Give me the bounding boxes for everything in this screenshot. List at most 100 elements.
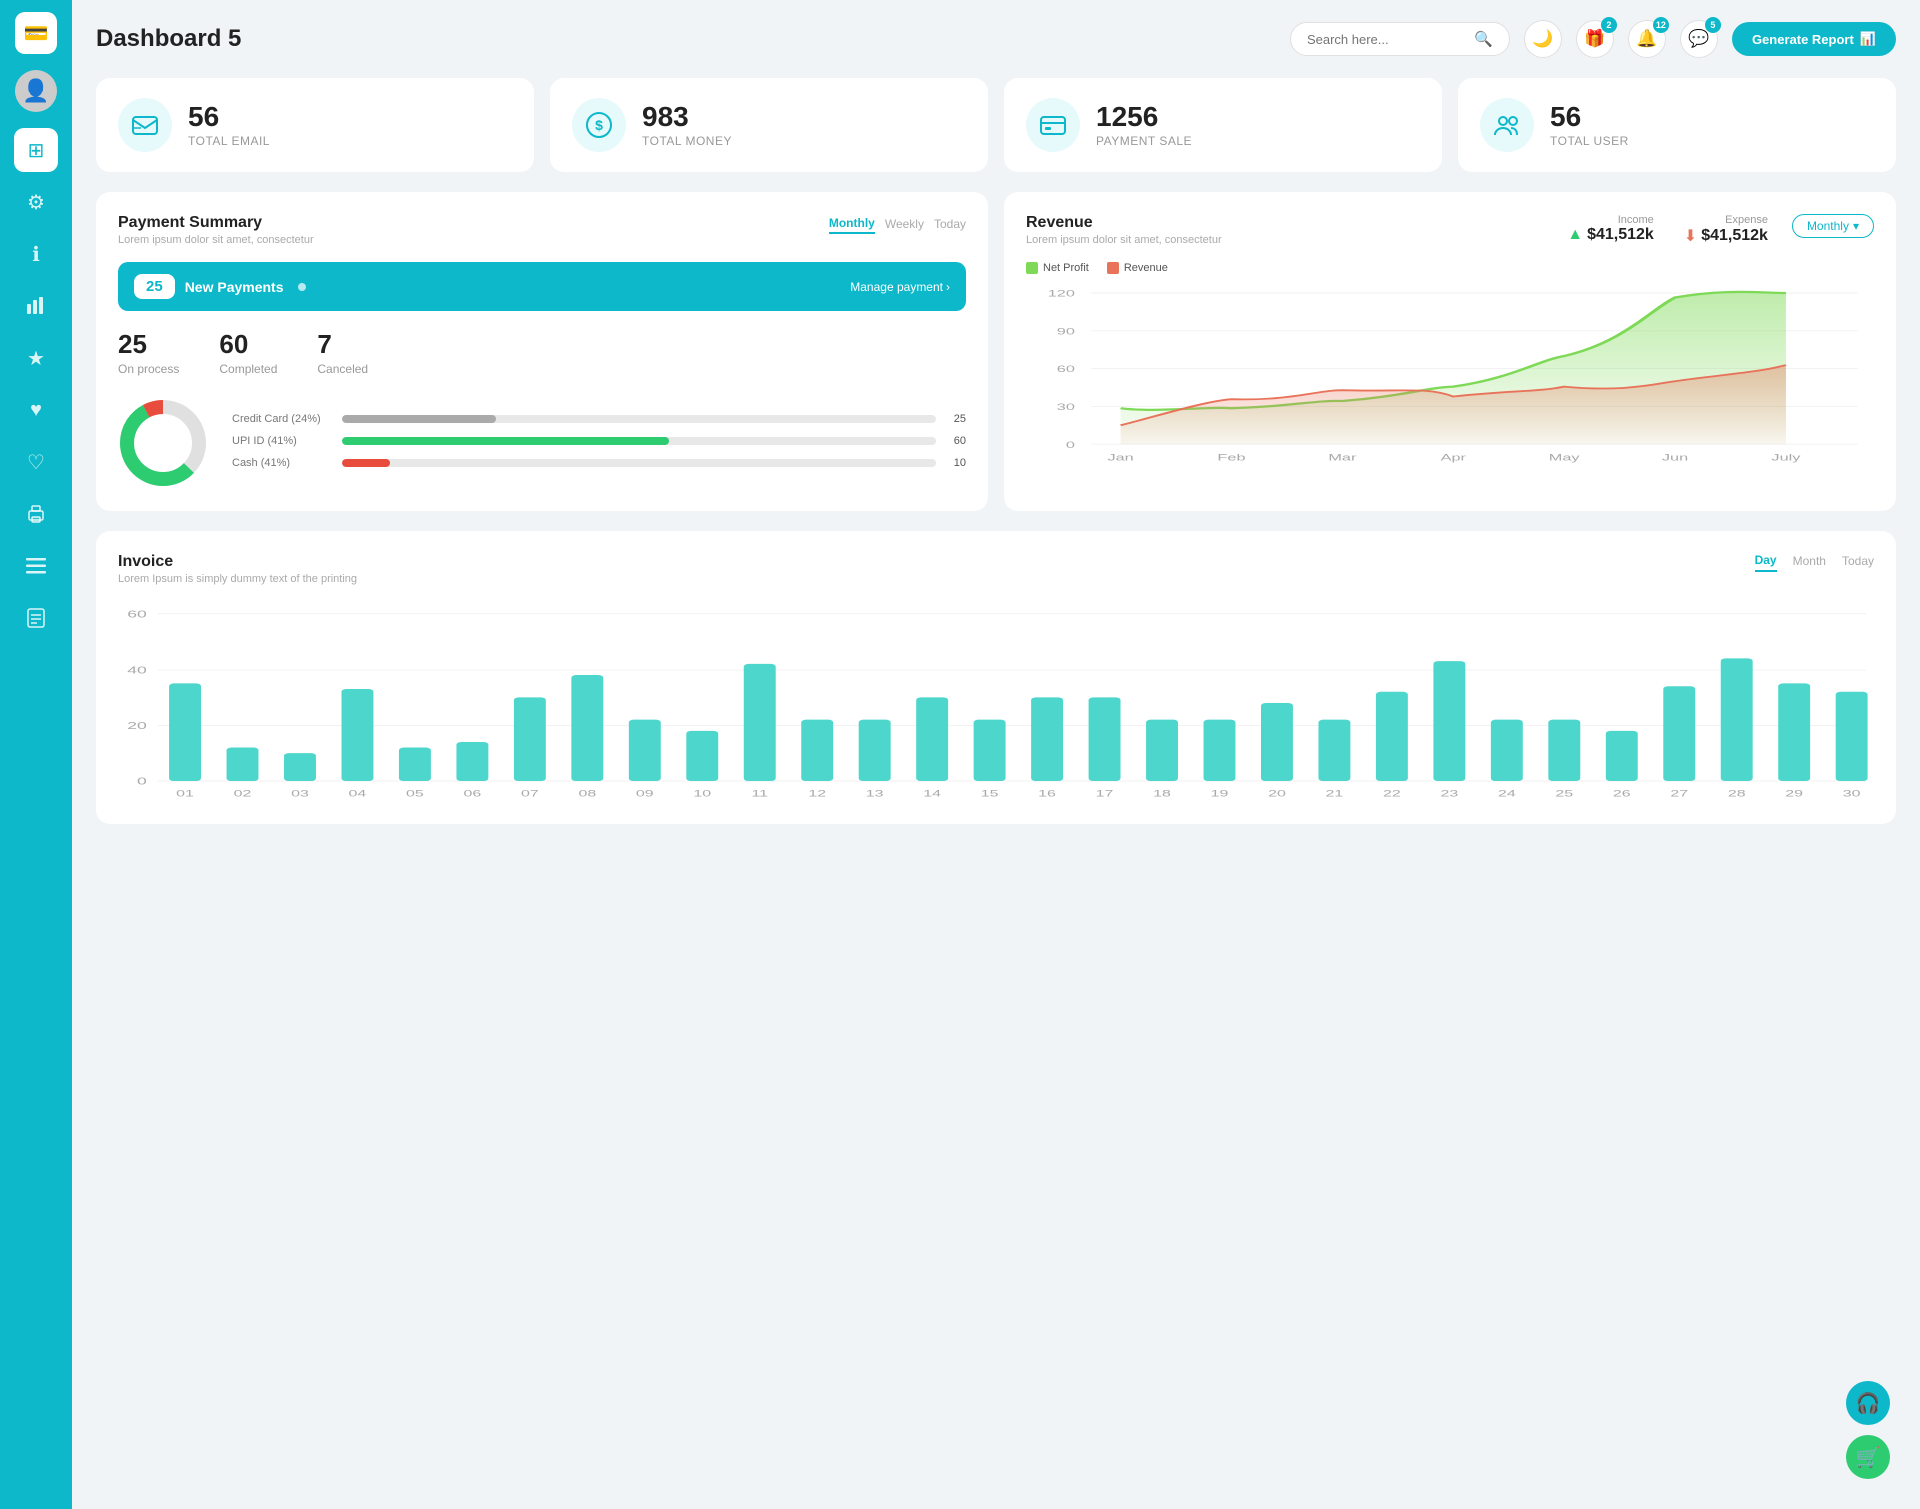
- bar-creditcard-track: [342, 415, 936, 423]
- invoice-bar-23: [1433, 661, 1465, 781]
- revenue-stats: Income ▲ $41,512k Expense ⬇ $41,512k: [1567, 214, 1768, 246]
- email-icon-wrap: [118, 98, 172, 152]
- invoice-tab-today[interactable]: Today: [1842, 554, 1874, 571]
- revenue-header: Revenue Lorem ipsum dolor sit amet, cons…: [1026, 214, 1874, 246]
- svg-text:17: 17: [1096, 788, 1114, 798]
- header-right: 🔍 🌙 🎁 2 🔔 12 💬 5 Generate Report 📊: [1290, 20, 1896, 58]
- invoice-bar-18: [1146, 720, 1178, 781]
- revenue-panel: Revenue Lorem ipsum dolor sit amet, cons…: [1004, 192, 1896, 511]
- pstat-on-process-val: 25: [118, 329, 179, 360]
- bell-badge: 12: [1653, 17, 1669, 33]
- svg-text:18: 18: [1153, 788, 1171, 798]
- invoice-bar-6: [456, 742, 488, 781]
- invoice-bar-28: [1721, 658, 1753, 781]
- support-float-button[interactable]: 🎧: [1846, 1381, 1890, 1425]
- manage-payment-link[interactable]: Manage payment ›: [850, 280, 950, 294]
- svg-text:05: 05: [406, 788, 424, 798]
- stat-user-value: 56: [1550, 102, 1629, 133]
- pstat-completed-label: Completed: [219, 362, 277, 376]
- invoice-bar-9: [629, 720, 661, 781]
- invoice-bar-22: [1376, 692, 1408, 781]
- bar-row-creditcard: Credit Card (24%) 25: [232, 413, 966, 425]
- legend-revenue-label: Revenue: [1124, 262, 1168, 274]
- avatar[interactable]: 👤: [15, 70, 57, 112]
- svg-text:28: 28: [1728, 788, 1746, 798]
- legend-revenue: Revenue: [1107, 262, 1168, 274]
- stat-money-label: TOTAL MONEY: [642, 134, 732, 148]
- revenue-title: Revenue: [1026, 214, 1222, 232]
- cart-float-button[interactable]: 🛒: [1846, 1435, 1890, 1479]
- svg-text:$: $: [595, 117, 603, 133]
- svg-text:Mar: Mar: [1328, 452, 1357, 462]
- gift-button[interactable]: 🎁 2: [1576, 20, 1614, 58]
- sidebar-item-info[interactable]: ℹ: [14, 232, 58, 276]
- bar-cash-track: [342, 459, 936, 467]
- chevron-right-icon: ›: [946, 280, 950, 294]
- stat-card-email-info: 56 TOTAL EMAIL: [188, 102, 270, 149]
- sidebar-logo[interactable]: 💳: [15, 12, 57, 54]
- search-input[interactable]: [1307, 32, 1466, 47]
- generate-report-label: Generate Report: [1752, 32, 1854, 47]
- revenue-monthly-dropdown[interactable]: Monthly ▾: [1792, 214, 1874, 238]
- svg-text:July: July: [1771, 452, 1800, 462]
- search-icon: 🔍: [1474, 30, 1493, 48]
- stat-card-user-info: 56 TOTAL USER: [1550, 102, 1629, 149]
- page-title: Dashboard 5: [96, 25, 241, 53]
- sidebar-item-settings[interactable]: ⚙: [14, 180, 58, 224]
- invoice-bar-17: [1089, 697, 1121, 781]
- sidebar-item-analytics[interactable]: [14, 284, 58, 328]
- sidebar-item-document[interactable]: [14, 596, 58, 640]
- svg-text:0: 0: [1066, 440, 1075, 450]
- user-icon-wrap: [1480, 98, 1534, 152]
- svg-text:15: 15: [981, 788, 999, 798]
- bell-button[interactable]: 🔔 12: [1628, 20, 1666, 58]
- tab-weekly[interactable]: Weekly: [885, 215, 924, 233]
- tab-monthly[interactable]: Monthly: [829, 214, 875, 234]
- invoice-bar-21: [1318, 720, 1350, 781]
- sidebar-item-dashboard[interactable]: ⊞: [14, 128, 58, 172]
- revenue-expense: Expense ⬇ $41,512k: [1684, 214, 1768, 246]
- payment-stats: 25 On process 60 Completed 7 Canceled: [118, 329, 966, 376]
- payment-summary-title: Payment Summary: [118, 214, 314, 232]
- sidebar-item-heart2[interactable]: ♡: [14, 440, 58, 484]
- svg-text:26: 26: [1613, 788, 1631, 798]
- invoice-bar-3: [284, 753, 316, 781]
- expense-label: Expense: [1684, 214, 1768, 226]
- invoice-bar-30: [1836, 692, 1868, 781]
- search-box[interactable]: 🔍: [1290, 22, 1510, 56]
- tab-today[interactable]: Today: [934, 215, 966, 233]
- chart-icon: 📊: [1860, 31, 1876, 47]
- svg-text:11: 11: [751, 788, 768, 798]
- bottom-row: Payment Summary Lorem ipsum dolor sit am…: [96, 192, 1896, 511]
- chat-button[interactable]: 💬 5: [1680, 20, 1718, 58]
- chat-icon: 💬: [1688, 29, 1709, 49]
- chat-badge: 5: [1705, 17, 1721, 33]
- invoice-header: Invoice Lorem Ipsum is simply dummy text…: [118, 553, 1874, 585]
- invoice-bar-12: [801, 720, 833, 781]
- bar-creditcard-count: 25: [946, 413, 966, 425]
- sidebar-item-heart[interactable]: ♥: [14, 388, 58, 432]
- payment-summary-tabs: Monthly Weekly Today: [829, 214, 966, 234]
- pstat-on-process: 25 On process: [118, 329, 179, 376]
- svg-text:13: 13: [866, 788, 884, 798]
- svg-text:19: 19: [1211, 788, 1229, 798]
- stat-card-money-info: 983 TOTAL MONEY: [642, 102, 732, 149]
- svg-text:27: 27: [1670, 788, 1688, 798]
- theme-toggle-button[interactable]: 🌙: [1524, 20, 1562, 58]
- stat-money-value: 983: [642, 102, 732, 133]
- generate-report-button[interactable]: Generate Report 📊: [1732, 22, 1896, 56]
- sidebar-item-star[interactable]: ★: [14, 336, 58, 380]
- invoice-bar-13: [859, 720, 891, 781]
- invoice-tab-month[interactable]: Month: [1793, 554, 1826, 571]
- sidebar-item-print[interactable]: [14, 492, 58, 536]
- stat-card-money: $ 983 TOTAL MONEY: [550, 78, 988, 172]
- svg-text:23: 23: [1440, 788, 1458, 798]
- legend-net-profit-dot: [1026, 262, 1038, 274]
- sidebar: 💳 👤 ⊞ ⚙ ℹ ★ ♥ ♡: [0, 0, 72, 1509]
- svg-text:30: 30: [1843, 788, 1861, 798]
- sidebar-item-list[interactable]: [14, 544, 58, 588]
- invoice-bar-5: [399, 748, 431, 781]
- invoice-tab-day[interactable]: Day: [1755, 553, 1777, 572]
- new-payments-label: New Payments: [185, 279, 284, 295]
- svg-text:22: 22: [1383, 788, 1401, 798]
